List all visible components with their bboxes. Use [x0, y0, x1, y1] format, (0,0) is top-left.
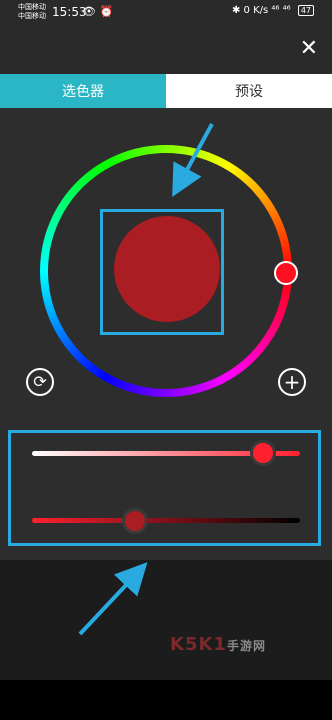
- status-right-icons: ✱ 0 K/s ⁴⁶ ⁴⁶ 47: [232, 5, 314, 16]
- reset-icon: ⟳: [33, 372, 47, 391]
- close-icon[interactable]: ✕: [300, 38, 318, 60]
- tab-color-picker[interactable]: 选色器: [0, 74, 166, 108]
- reset-button[interactable]: ⟳: [26, 368, 54, 396]
- status-bar: 中国移动 中国移动 15:53 👁 ⏰ ✱ 0 K/s ⁴⁶ ⁴⁶ 47: [0, 0, 332, 26]
- network-indicators: ✱ 0 K/s ⁴⁶ ⁴⁶: [231, 5, 291, 16]
- selected-color-swatch: [114, 216, 220, 322]
- tab-bar: 选色器 预设: [0, 74, 332, 108]
- navigation-bar: [0, 680, 332, 720]
- saturation-slider-thumb[interactable]: [122, 508, 148, 534]
- watermark-logo: K5K1手游网: [170, 634, 266, 655]
- watermark-site: 手游网: [226, 639, 266, 653]
- hue-knob[interactable]: [274, 261, 298, 285]
- brightness-slider-thumb[interactable]: [250, 440, 276, 466]
- status-icons: 👁 ⏰: [82, 5, 114, 18]
- carrier-2: 中国移动: [18, 12, 46, 20]
- carrier-labels: 中国移动 中国移动: [18, 3, 46, 21]
- bottom-area: [0, 560, 332, 680]
- top-bar: ✕: [0, 26, 332, 74]
- plus-icon: +: [283, 370, 301, 394]
- tab-presets[interactable]: 预设: [166, 74, 332, 108]
- battery-icon: 47: [297, 5, 314, 16]
- watermark-brand: K5K1: [170, 634, 227, 655]
- carrier-1: 中国移动: [18, 3, 46, 11]
- add-color-button[interactable]: +: [278, 368, 306, 396]
- saturation-slider-track[interactable]: [32, 518, 300, 523]
